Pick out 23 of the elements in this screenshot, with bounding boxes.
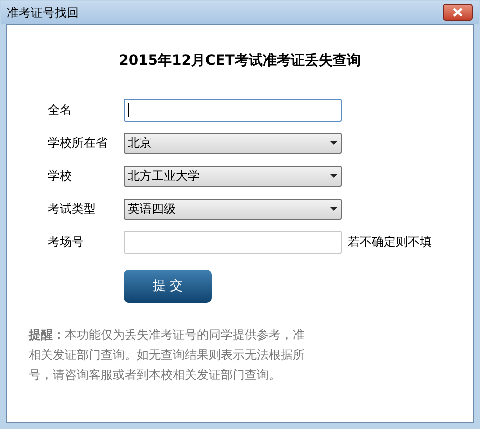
- notice-text: 提醒：本功能仅为丢失准考证号的同学提供参考，准: [29, 327, 306, 343]
- dropdown[interactable]: 北方工业大学: [124, 166, 342, 186]
- close-icon: [453, 8, 463, 17]
- field-label: 学校: [48, 168, 73, 185]
- page-heading: 2015年12月CET考试准考证丢失查询: [119, 52, 361, 71]
- submit-button[interactable]: 提 交: [124, 270, 212, 303]
- field-hint: 若不确定则不填: [348, 234, 432, 251]
- dropdown-arrow-icon: [330, 174, 338, 178]
- text-cursor: [128, 103, 129, 117]
- notice-text: 相关发证部门查询。如无查询结果则表示无法根据所: [29, 347, 306, 363]
- text-input[interactable]: [124, 230, 342, 254]
- field-label: 全名: [48, 102, 73, 119]
- field-label: 考场号: [48, 234, 85, 251]
- dropdown[interactable]: 北京: [124, 132, 342, 154]
- window-title: 准考证号找回: [7, 4, 79, 22]
- field-label: 学校所在省: [48, 135, 109, 152]
- dropdown-arrow-icon: [330, 141, 338, 145]
- field-label: 考试类型: [48, 201, 97, 218]
- notice-text: 号，请咨询客服或者到本校相关发证部门查询。: [29, 367, 282, 383]
- close-button[interactable]: [443, 4, 473, 21]
- dropdown[interactable]: 英语四级: [124, 198, 342, 220]
- dropdown-arrow-icon: [330, 207, 338, 211]
- text-input[interactable]: [124, 98, 342, 122]
